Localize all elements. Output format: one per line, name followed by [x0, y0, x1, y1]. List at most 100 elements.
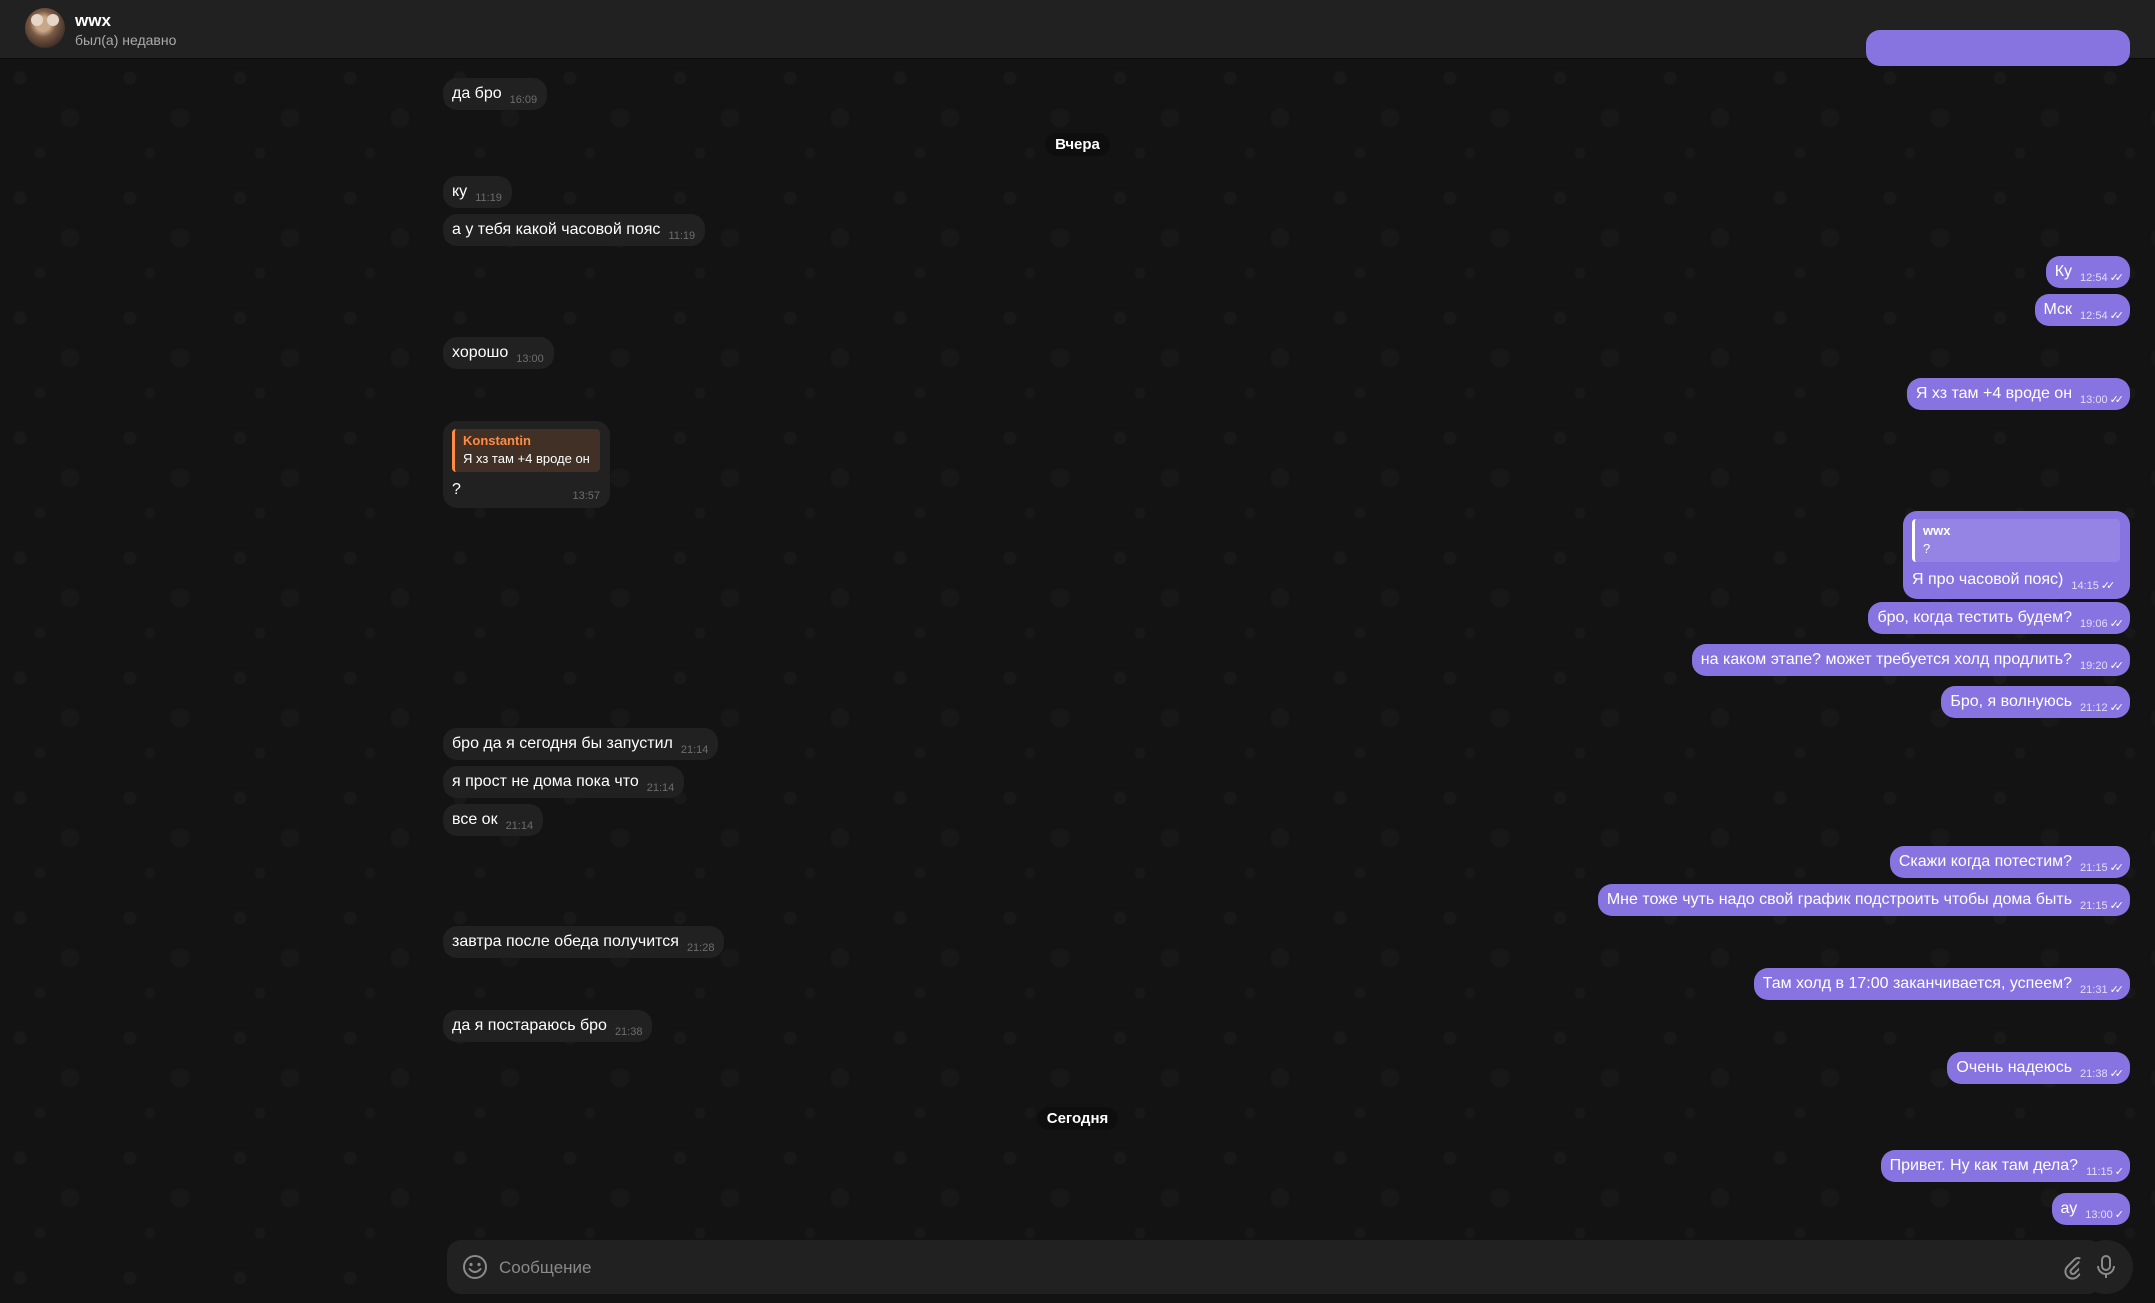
smile-icon[interactable] — [461, 1253, 489, 1281]
read-checks-icon: ✓✓ — [2100, 580, 2116, 592]
message-time: 19:20 — [2080, 660, 2108, 672]
read-checks-icon: ✓✓ — [2109, 310, 2125, 322]
message-time: 21:31 — [2080, 984, 2108, 996]
read-checks-icon: ✓✓ — [2109, 660, 2125, 672]
message-time: 16:09 — [509, 94, 538, 106]
message-incoming[interactable]: да бро 16:09 — [443, 78, 548, 110]
message-text: завтра после обеда получится — [452, 933, 679, 950]
reply-author: Konstantin — [463, 433, 531, 448]
message-incoming[interactable]: хорошо 13:00 — [443, 337, 554, 369]
message-outgoing-reply[interactable]: wwx ? Я про часовой пояс) 14:15 ✓✓ — [1903, 511, 2130, 599]
message-text: я прост не дома пока что — [452, 773, 639, 790]
message-incoming[interactable]: да я постараюсь бро 21:38 — [443, 1010, 653, 1042]
message-outgoing[interactable]: Я хз там +4 вроде он 13:00 ✓✓ — [1906, 378, 2130, 410]
message-time: 12:54 — [2080, 310, 2108, 322]
message-outgoing[interactable]: на каком этапе? может требуется холд про… — [1691, 644, 2130, 676]
message-outgoing[interactable]: ау 13:00 ✓ — [2051, 1193, 2130, 1225]
microphone-icon — [2097, 1255, 2115, 1278]
message-time: 13:00 — [2080, 394, 2108, 406]
message-text: ку — [452, 183, 468, 200]
reply-quote[interactable]: Konstantin Я хз там +4 вроде он — [452, 429, 600, 472]
message-outgoing[interactable]: Мск 12:54 ✓✓ — [2034, 294, 2130, 326]
message-text: Там холд в 17:00 заканчивается, успеем? — [1762, 975, 2073, 992]
message-time: 21:14 — [680, 744, 709, 756]
message-outgoing[interactable]: Скажи когда потестим? 21:15 ✓✓ — [1889, 846, 2130, 878]
message-time: 11:15 — [2086, 1166, 2113, 1178]
reply-text: Я хз там +4 вроде он — [463, 451, 590, 466]
message-time: 12:54 — [2080, 272, 2108, 284]
message-time: 21:12 — [2080, 702, 2108, 714]
chat-status: был(а) недавно — [75, 32, 177, 48]
message-incoming[interactable]: все ок 21:14 — [443, 804, 544, 836]
date-label: Вчера — [1045, 133, 1110, 156]
message-text: Очень надеюсь — [1956, 1059, 2073, 1076]
message-incoming[interactable]: завтра после обеда получится 21:28 — [443, 926, 725, 958]
message-time: 11:19 — [475, 192, 502, 204]
message-outgoing[interactable]: Мне тоже чуть надо свой график подстроит… — [1597, 884, 2130, 916]
message-outgoing[interactable]: Ку 12:54 ✓✓ — [2045, 256, 2130, 288]
message-text: ау — [2060, 1200, 2078, 1217]
message-text: да бро — [452, 85, 502, 102]
message-outgoing[interactable]: Привет. Ну как там дела? 11:15 ✓ — [1880, 1150, 2130, 1182]
message-time: 13:57 — [572, 490, 600, 502]
message-text: Привет. Ну как там дела? — [1889, 1157, 2079, 1174]
read-checks-icon: ✓✓ — [2109, 900, 2125, 912]
avatar-ear — [31, 14, 43, 26]
message-text: на каком этапе? может требуется холд про… — [1700, 651, 2073, 668]
message-outgoing[interactable]: бро, когда тестить будем? 19:06 ✓✓ — [1868, 602, 2130, 634]
message-time: 14:15 — [2071, 580, 2099, 592]
microphone-button[interactable] — [2079, 1240, 2133, 1294]
reply-text: ? — [1923, 541, 1931, 556]
sent-check-icon: ✓ — [2114, 1166, 2124, 1178]
message-time: 19:06 — [2080, 618, 2108, 630]
avatar[interactable] — [25, 8, 65, 48]
read-checks-icon: ✓✓ — [2109, 272, 2125, 284]
read-checks-icon: ✓✓ — [2109, 618, 2125, 630]
message-incoming[interactable]: а у тебя какой часовой пояс 11:19 — [443, 214, 706, 246]
message-time: 21:15 — [2080, 862, 2108, 874]
reply-quote[interactable]: wwx ? — [1912, 519, 2120, 562]
message-incoming[interactable]: я прост не дома пока что 21:14 — [443, 766, 685, 798]
chat-title[interactable]: wwx — [75, 11, 111, 31]
message-incoming[interactable]: бро да я сегодня бы запустил 21:14 — [443, 728, 719, 760]
reply-author: wwx — [1923, 523, 1951, 538]
message-time: 21:28 — [686, 942, 715, 954]
message-text: Я про часовой пояс) — [1912, 571, 2064, 588]
avatar-ear — [47, 14, 59, 26]
date-separator: Вчера — [0, 133, 2155, 159]
message-text: бро, когда тестить будем? — [1877, 609, 2073, 626]
read-checks-icon: ✓✓ — [2109, 984, 2125, 996]
message-outgoing[interactable]: Бро, я волнуюсь 21:12 ✓✓ — [1941, 686, 2130, 718]
message-time: 21:15 — [2080, 900, 2108, 912]
date-label: Сегодня — [1036, 1107, 1119, 1130]
message-input[interactable] — [497, 1240, 2021, 1296]
message-time: 21:38 — [2080, 1068, 2108, 1080]
message-text: бро да я сегодня бы запустил — [452, 735, 673, 752]
read-checks-icon: ✓✓ — [2109, 702, 2125, 714]
chat-header[interactable]: wwx был(а) недавно — [0, 0, 2155, 59]
message-text: Мск — [2043, 301, 2073, 318]
sent-check-icon: ✓ — [2114, 1209, 2124, 1221]
date-separator: Сегодня — [0, 1107, 2155, 1133]
message-text: ? — [452, 481, 461, 498]
read-checks-icon: ✓✓ — [2109, 1068, 2125, 1080]
message-time: 13:00 — [2085, 1209, 2113, 1221]
message-incoming[interactable]: ку 11:19 — [443, 176, 512, 208]
read-checks-icon: ✓✓ — [2109, 394, 2125, 406]
message-time: 21:38 — [614, 1026, 643, 1038]
message-incoming-reply[interactable]: Konstantin Я хз там +4 вроде он ? 13:57 — [443, 421, 610, 508]
message-time: 21:14 — [646, 782, 675, 794]
message-time: 21:14 — [505, 820, 534, 832]
message-time: 11:19 — [668, 230, 696, 242]
message-text: Скажи когда потестим? — [1898, 853, 2073, 870]
message-composer — [447, 1240, 2102, 1296]
read-checks-icon: ✓✓ — [2109, 862, 2125, 874]
message-outgoing[interactable] — [1866, 30, 2130, 66]
message-time: 13:00 — [516, 353, 544, 365]
message-text: все ок — [452, 811, 498, 828]
message-text: да я постараюсь бро — [452, 1017, 607, 1034]
message-outgoing[interactable]: Там холд в 17:00 заканчивается, успеем? 2… — [1753, 968, 2130, 1000]
message-text: хорошо — [452, 344, 509, 361]
message-text: Бро, я волнуюсь — [1950, 693, 2073, 710]
message-outgoing[interactable]: Очень надеюсь 21:38 ✓✓ — [1947, 1052, 2130, 1084]
